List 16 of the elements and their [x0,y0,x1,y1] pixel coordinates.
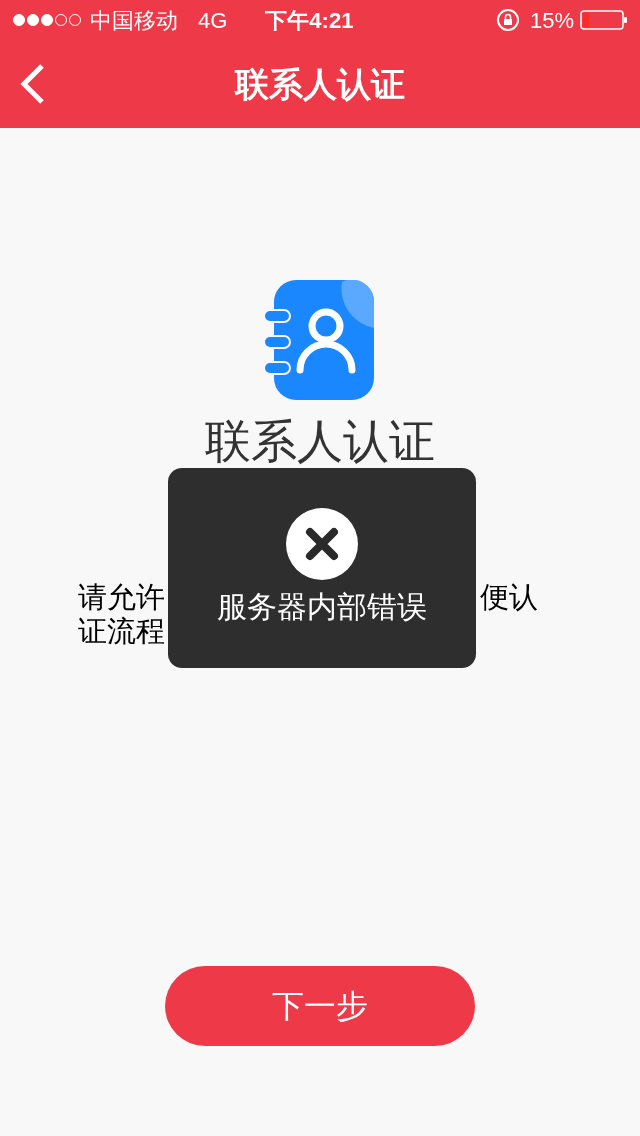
carrier: 中国移动 [90,6,178,35]
page-heading: 联系人认证 [205,418,435,464]
battery-icon [580,10,628,30]
nav-title: 联系人认证 [235,63,405,105]
contacts-book-icon [264,280,376,400]
clock: 下午4:21 [265,6,354,35]
error-icon [286,508,358,580]
rotation-lock-icon [495,8,520,32]
battery-percent: 15% [529,6,574,35]
toast-message: 服务器内部错误 [217,592,427,622]
permission-message: 便认 [480,580,538,614]
network-type: 4G [198,6,228,35]
permission-message: 请允许 [78,580,165,614]
signal-icon [12,13,82,27]
next-button[interactable]: 下一步 [165,966,475,1046]
permission-message: 证流程 [78,614,165,648]
